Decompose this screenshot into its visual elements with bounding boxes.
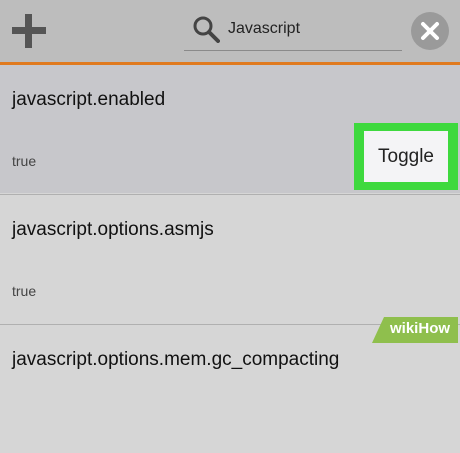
pref-value: true	[12, 153, 37, 169]
search-field[interactable]	[184, 8, 402, 51]
pref-value: true	[12, 283, 37, 299]
pref-name: javascript.enabled	[12, 89, 166, 110]
pref-name: javascript.options.asmjs	[12, 219, 214, 240]
wikihow-watermark: wikiHow	[372, 315, 458, 343]
magnifier-icon	[193, 16, 220, 43]
search-input[interactable]	[228, 16, 398, 42]
pref-name: javascript.options.mem.gc_compacting	[12, 349, 340, 370]
pref-row[interactable]: javascript.options.asmjs true	[0, 195, 460, 323]
plus-icon	[12, 14, 46, 48]
pref-row[interactable]: javascript.enabled true Toggle	[0, 65, 460, 193]
add-button[interactable]	[10, 12, 48, 50]
watermark-text: wikiHow	[390, 320, 450, 337]
toolbar	[0, 0, 460, 64]
pref-row[interactable]: javascript.options.mem.gc_compacting	[0, 325, 460, 453]
clear-search-button[interactable]	[411, 12, 449, 50]
watermark-wiki: wiki	[390, 320, 419, 337]
watermark-how: How	[418, 320, 451, 337]
toggle-button[interactable]: Toggle	[364, 131, 448, 182]
close-icon	[421, 22, 439, 40]
